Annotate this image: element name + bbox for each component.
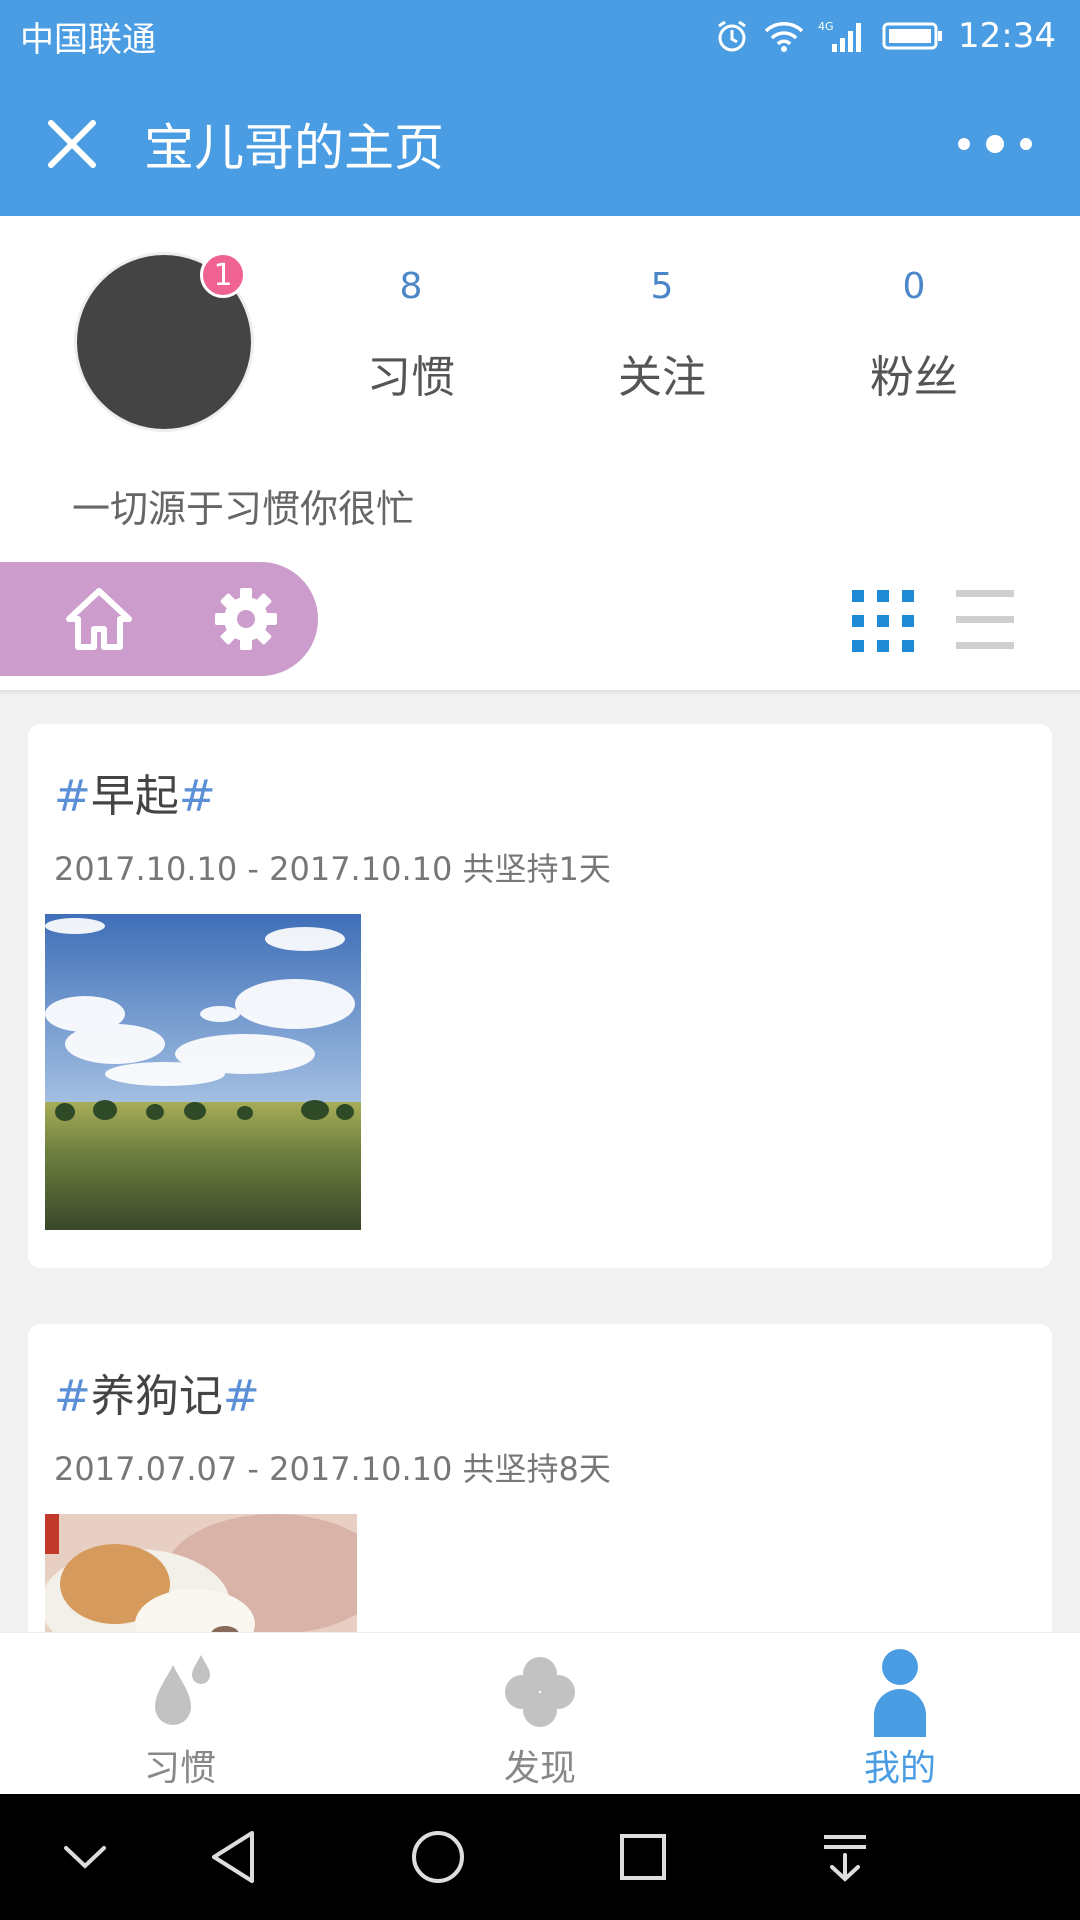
- notification-pull-button[interactable]: [812, 1824, 878, 1890]
- svg-text:4G: 4G: [818, 20, 834, 33]
- home-icon: [66, 588, 132, 650]
- habit-date-range: 2017.07.07 - 2017.10.10 共坚持8天: [54, 1450, 611, 1488]
- clover-icon: [505, 1657, 575, 1727]
- status-bar: 中国联通 4G 12:34: [0, 0, 1080, 72]
- grid-view-button[interactable]: [848, 586, 918, 656]
- tab-habits[interactable]: 习惯: [80, 1633, 280, 1795]
- more-dots-icon: [958, 135, 1032, 153]
- hide-nav-button[interactable]: [52, 1824, 118, 1890]
- list-view-icon: [956, 590, 1014, 649]
- back-button[interactable]: [200, 1824, 266, 1890]
- close-button[interactable]: [0, 72, 144, 216]
- habit-date-range: 2017.10.10 - 2017.10.10 共坚持1天: [54, 850, 611, 888]
- stat-following[interactable]: 5 关注: [562, 266, 762, 405]
- settings-button[interactable]: [211, 584, 281, 654]
- habit-title: #早起#: [54, 760, 216, 824]
- system-nav-bar: [0, 1794, 1080, 1920]
- notification-badge: 1: [200, 252, 246, 298]
- carrier-label: 中国联通: [20, 19, 156, 60]
- gear-icon: [215, 588, 277, 650]
- list-view-button[interactable]: [954, 588, 1016, 652]
- habit-name: 早起: [90, 771, 179, 822]
- profile-signature: 一切源于习惯你很忙: [72, 487, 415, 531]
- stat-habits[interactable]: 8 习惯: [311, 266, 511, 405]
- stat-following-label: 关注: [618, 352, 706, 403]
- status-icons: 4G 12:34: [714, 16, 1056, 56]
- back-triangle-icon: [212, 1831, 254, 1883]
- hash-open: #: [54, 771, 91, 822]
- stat-followers[interactable]: 0 粉丝: [814, 266, 1014, 405]
- clock-time: 12:34: [958, 16, 1056, 56]
- pull-down-icon: [824, 1835, 866, 1882]
- recents-square-icon: [620, 1834, 666, 1880]
- stat-followers-label: 粉丝: [870, 352, 958, 403]
- alarm-icon: [714, 18, 750, 54]
- habit-title: #养狗记#: [54, 1360, 260, 1424]
- home-button[interactable]: [64, 584, 134, 654]
- tab-me[interactable]: 我的: [800, 1633, 1000, 1795]
- hash-open: #: [54, 1371, 91, 1422]
- page-title: 宝儿哥的主页: [144, 119, 444, 177]
- person-icon: [874, 1649, 926, 1737]
- stat-following-count: 5: [650, 266, 674, 307]
- more-options-button[interactable]: [950, 124, 1040, 164]
- bottom-tab-bar: 习惯 发现 我的: [0, 1632, 1080, 1794]
- recents-button[interactable]: [610, 1824, 676, 1890]
- tab-discover-label: 发现: [503, 1748, 576, 1789]
- action-pill: [0, 562, 318, 676]
- tab-me-label: 我的: [863, 1748, 936, 1789]
- grid-view-icon: [852, 590, 914, 652]
- title-bar: 宝儿哥的主页: [0, 72, 1080, 216]
- sky-landscape-photo[interactable]: [45, 914, 361, 1230]
- home-nav-button[interactable]: [405, 1824, 471, 1890]
- stat-followers-count: 0: [902, 266, 926, 307]
- home-circle-icon: [412, 1831, 464, 1883]
- hash-close: #: [222, 1371, 260, 1422]
- wifi-icon: [764, 19, 804, 53]
- habit-card[interactable]: #养狗记# 2017.07.07 - 2017.10.10 共坚持8天: [28, 1324, 1052, 1654]
- header-shadow: [0, 690, 1080, 696]
- tab-discover[interactable]: 发现: [440, 1633, 640, 1795]
- droplets-icon: [155, 1655, 210, 1725]
- stat-habits-label: 习惯: [367, 352, 455, 403]
- habit-name: 养狗记: [90, 1371, 223, 1422]
- tab-habits-label: 习惯: [143, 1748, 216, 1789]
- habit-card[interactable]: #早起# 2017.10.10 - 2017.10.10 共坚持1天: [28, 724, 1052, 1268]
- signal-icon: 4G: [818, 18, 868, 54]
- profile-header: 1 8 习惯 5 关注 0 粉丝 一切源于习惯你很忙: [0, 216, 1080, 690]
- battery-icon: [882, 21, 944, 51]
- chevron-down-icon: [64, 1846, 106, 1869]
- hash-close: #: [178, 771, 216, 822]
- close-icon: [48, 120, 96, 168]
- stat-habits-count: 8: [399, 266, 423, 307]
